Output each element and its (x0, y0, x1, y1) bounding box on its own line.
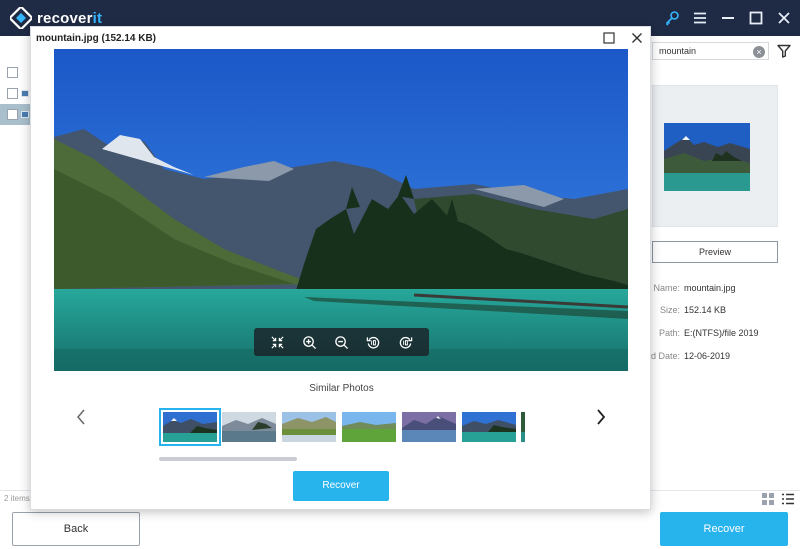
dialog-maximize-icon[interactable] (601, 30, 617, 46)
item-checkbox[interactable] (7, 109, 18, 120)
list-header-row (0, 62, 30, 83)
search-value: mountain (659, 46, 697, 56)
dialog-close-icon[interactable] (629, 30, 645, 46)
similar-photo-thumbnail[interactable] (402, 412, 456, 442)
similar-photo-thumbnail[interactable] (222, 412, 276, 442)
size-label: Size: (659, 305, 680, 315)
list-view-icon[interactable] (782, 493, 794, 505)
recover-button[interactable]: Recover (660, 512, 788, 546)
similar-photo-thumbnail[interactable] (159, 408, 221, 446)
fit-screen-icon[interactable] (269, 333, 287, 351)
select-all-checkbox[interactable] (7, 67, 18, 78)
dialog-recover-button[interactable]: Recover (293, 471, 389, 501)
preview-button[interactable]: Preview (652, 241, 778, 263)
similar-photo-thumbnail[interactable] (521, 412, 525, 442)
path-label: Path: (658, 328, 680, 338)
file-preview-panel (652, 85, 778, 227)
list-item[interactable] (0, 83, 30, 104)
date-label: d Date: (650, 351, 680, 361)
preview-photo (54, 49, 628, 371)
next-arrow-icon[interactable] (595, 408, 609, 428)
name-label: Name: (653, 283, 680, 293)
maximize-icon[interactable] (746, 8, 766, 28)
clear-search-icon[interactable]: × (753, 46, 765, 58)
similar-photos-heading: Similar Photos (309, 383, 374, 394)
app-name: recoverit (37, 9, 103, 27)
key-icon[interactable] (662, 8, 682, 28)
zoom-in-icon[interactable] (301, 333, 319, 351)
image-file-icon (21, 111, 29, 118)
back-button[interactable]: Back (12, 512, 140, 546)
search-input[interactable]: mountain × (652, 42, 769, 60)
photo-preview-dialog: mountain.jpg (152.14 KB) Similar Photos … (30, 26, 651, 510)
close-icon[interactable] (774, 8, 794, 28)
filter-icon[interactable] (777, 44, 791, 58)
name-value: mountain.jpg (684, 283, 736, 293)
zoom-out-icon[interactable] (332, 333, 350, 351)
recoverit-logo-icon (10, 7, 32, 29)
file-preview-thumbnail (664, 123, 750, 191)
rotate-right-icon[interactable] (396, 333, 414, 351)
items-count: 2 items (4, 494, 30, 503)
photo-toolbar (254, 328, 429, 356)
similar-photo-thumbnail[interactable] (282, 412, 336, 442)
list-item-selected[interactable] (0, 104, 30, 125)
previous-arrow-icon[interactable] (75, 408, 89, 428)
dialog-title: mountain.jpg (152.14 KB) (36, 33, 157, 44)
thumbnail-scrollbar[interactable] (159, 457, 297, 461)
grid-view-icon[interactable] (762, 493, 774, 505)
image-file-icon (21, 90, 29, 97)
date-value: 12-06-2019 (684, 351, 731, 361)
menu-icon[interactable] (690, 8, 710, 28)
similar-photo-thumbnail[interactable] (462, 412, 516, 442)
minimize-icon[interactable] (718, 8, 738, 28)
item-checkbox[interactable] (7, 88, 18, 99)
size-value: 152.14 KB (684, 305, 727, 315)
path-value: E:(NTFS)/file 2019 (684, 328, 759, 338)
similar-photo-thumbnail[interactable] (342, 412, 396, 442)
rotate-left-icon[interactable] (364, 333, 382, 351)
